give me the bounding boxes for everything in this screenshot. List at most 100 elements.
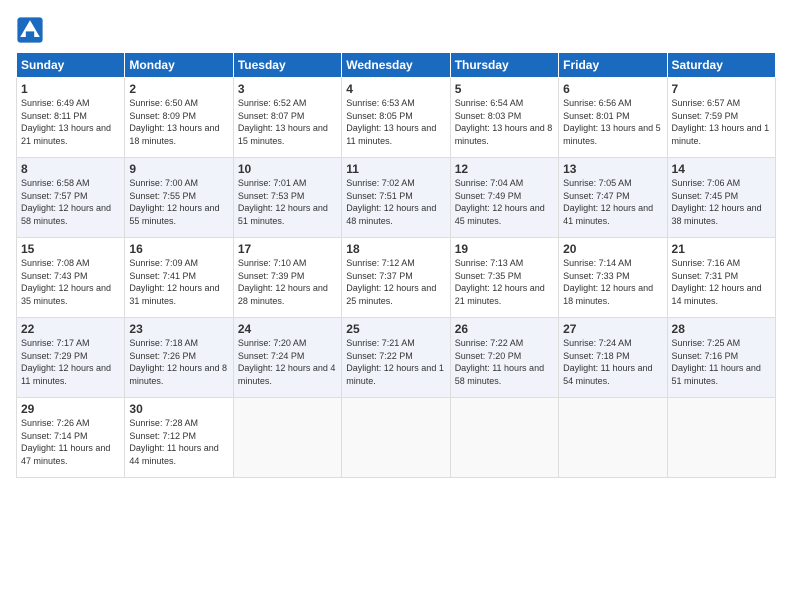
calendar-cell: 24 Sunrise: 7:20 AMSunset: 7:24 PMDayligh… <box>233 318 341 398</box>
calendar-cell: 4 Sunrise: 6:53 AMSunset: 8:05 PMDaylight… <box>342 78 450 158</box>
weekday-header-tuesday: Tuesday <box>233 53 341 78</box>
day-info: Sunrise: 6:56 AMSunset: 8:01 PMDaylight:… <box>563 98 661 146</box>
day-number: 26 <box>455 322 554 336</box>
day-number: 22 <box>21 322 120 336</box>
calendar-cell: 1 Sunrise: 6:49 AMSunset: 8:11 PMDaylight… <box>17 78 125 158</box>
day-number: 16 <box>129 242 228 256</box>
day-number: 13 <box>563 162 662 176</box>
calendar-cell: 2 Sunrise: 6:50 AMSunset: 8:09 PMDaylight… <box>125 78 233 158</box>
day-number: 30 <box>129 402 228 416</box>
calendar-cell: 10 Sunrise: 7:01 AMSunset: 7:53 PMDayligh… <box>233 158 341 238</box>
day-number: 21 <box>672 242 771 256</box>
day-number: 6 <box>563 82 662 96</box>
calendar-cell: 29 Sunrise: 7:26 AMSunset: 7:14 PMDayligh… <box>17 398 125 478</box>
day-number: 7 <box>672 82 771 96</box>
header <box>16 16 776 44</box>
day-info: Sunrise: 7:28 AMSunset: 7:12 PMDaylight:… <box>129 418 218 466</box>
day-info: Sunrise: 7:09 AMSunset: 7:41 PMDaylight:… <box>129 258 219 306</box>
calendar-cell: 28 Sunrise: 7:25 AMSunset: 7:16 PMDayligh… <box>667 318 775 398</box>
day-number: 12 <box>455 162 554 176</box>
day-number: 14 <box>672 162 771 176</box>
calendar-cell: 7 Sunrise: 6:57 AMSunset: 7:59 PMDaylight… <box>667 78 775 158</box>
day-info: Sunrise: 6:49 AMSunset: 8:11 PMDaylight:… <box>21 98 111 146</box>
calendar-cell: 8 Sunrise: 6:58 AMSunset: 7:57 PMDaylight… <box>17 158 125 238</box>
calendar-cell: 23 Sunrise: 7:18 AMSunset: 7:26 PMDayligh… <box>125 318 233 398</box>
day-number: 10 <box>238 162 337 176</box>
day-info: Sunrise: 7:21 AMSunset: 7:22 PMDaylight:… <box>346 338 444 386</box>
weekday-header-thursday: Thursday <box>450 53 558 78</box>
day-info: Sunrise: 7:25 AMSunset: 7:16 PMDaylight:… <box>672 338 761 386</box>
day-number: 28 <box>672 322 771 336</box>
calendar-cell: 26 Sunrise: 7:22 AMSunset: 7:20 PMDayligh… <box>450 318 558 398</box>
day-number: 23 <box>129 322 228 336</box>
day-info: Sunrise: 6:57 AMSunset: 7:59 PMDaylight:… <box>672 98 770 146</box>
day-number: 3 <box>238 82 337 96</box>
day-number: 1 <box>21 82 120 96</box>
calendar-cell: 30 Sunrise: 7:28 AMSunset: 7:12 PMDayligh… <box>125 398 233 478</box>
day-number: 27 <box>563 322 662 336</box>
day-info: Sunrise: 7:02 AMSunset: 7:51 PMDaylight:… <box>346 178 436 226</box>
day-info: Sunrise: 7:13 AMSunset: 7:35 PMDaylight:… <box>455 258 545 306</box>
calendar-cell: 16 Sunrise: 7:09 AMSunset: 7:41 PMDayligh… <box>125 238 233 318</box>
day-info: Sunrise: 6:53 AMSunset: 8:05 PMDaylight:… <box>346 98 436 146</box>
day-number: 17 <box>238 242 337 256</box>
calendar-cell <box>342 398 450 478</box>
day-info: Sunrise: 6:58 AMSunset: 7:57 PMDaylight:… <box>21 178 111 226</box>
day-info: Sunrise: 6:50 AMSunset: 8:09 PMDaylight:… <box>129 98 219 146</box>
weekday-header-sunday: Sunday <box>17 53 125 78</box>
day-info: Sunrise: 7:24 AMSunset: 7:18 PMDaylight:… <box>563 338 652 386</box>
day-info: Sunrise: 7:20 AMSunset: 7:24 PMDaylight:… <box>238 338 336 386</box>
day-info: Sunrise: 7:16 AMSunset: 7:31 PMDaylight:… <box>672 258 762 306</box>
calendar-cell: 18Sunrise: 7:12 AMSunset: 7:37 PMDayligh… <box>342 238 450 318</box>
day-info: Sunrise: 7:08 AMSunset: 7:43 PMDaylight:… <box>21 258 111 306</box>
day-info: Sunrise: 7:04 AMSunset: 7:49 PMDaylight:… <box>455 178 545 226</box>
calendar-cell <box>667 398 775 478</box>
calendar-cell: 11 Sunrise: 7:02 AMSunset: 7:51 PMDayligh… <box>342 158 450 238</box>
day-info: Sunrise: 7:22 AMSunset: 7:20 PMDaylight:… <box>455 338 544 386</box>
day-number: 15 <box>21 242 120 256</box>
calendar-cell: 20 Sunrise: 7:14 AMSunset: 7:33 PMDayligh… <box>559 238 667 318</box>
weekday-header-friday: Friday <box>559 53 667 78</box>
day-number: 24 <box>238 322 337 336</box>
calendar-cell: 6 Sunrise: 6:56 AMSunset: 8:01 PMDaylight… <box>559 78 667 158</box>
day-info: Sunrise: 7:00 AMSunset: 7:55 PMDaylight:… <box>129 178 219 226</box>
day-number: 9 <box>129 162 228 176</box>
day-info: Sunrise: 7:14 AMSunset: 7:33 PMDaylight:… <box>563 258 653 306</box>
calendar-cell: 5Sunrise: 6:54 AMSunset: 8:03 PMDaylight… <box>450 78 558 158</box>
calendar-cell: 3 Sunrise: 6:52 AMSunset: 8:07 PMDaylight… <box>233 78 341 158</box>
day-info: Sunrise: 7:12 AMSunset: 7:37 PMDaylight:… <box>346 258 436 306</box>
calendar-cell: 19 Sunrise: 7:13 AMSunset: 7:35 PMDayligh… <box>450 238 558 318</box>
day-number: 8 <box>21 162 120 176</box>
day-info: Sunrise: 6:52 AMSunset: 8:07 PMDaylight:… <box>238 98 328 146</box>
logo-icon <box>16 16 44 44</box>
weekday-header-wednesday: Wednesday <box>342 53 450 78</box>
day-number: 20 <box>563 242 662 256</box>
logo <box>16 16 48 44</box>
day-number: 4 <box>346 82 445 96</box>
weekday-header-monday: Monday <box>125 53 233 78</box>
calendar-cell: 15 Sunrise: 7:08 AMSunset: 7:43 PMDayligh… <box>17 238 125 318</box>
day-info: Sunrise: 7:18 AMSunset: 7:26 PMDaylight:… <box>129 338 227 386</box>
calendar-cell <box>233 398 341 478</box>
calendar-cell: 27 Sunrise: 7:24 AMSunset: 7:18 PMDayligh… <box>559 318 667 398</box>
day-info: Sunrise: 7:05 AMSunset: 7:47 PMDaylight:… <box>563 178 653 226</box>
calendar-cell: 21 Sunrise: 7:16 AMSunset: 7:31 PMDayligh… <box>667 238 775 318</box>
calendar-cell <box>450 398 558 478</box>
day-info: Sunrise: 7:01 AMSunset: 7:53 PMDaylight:… <box>238 178 328 226</box>
day-number: 19 <box>455 242 554 256</box>
day-info: Sunrise: 7:10 AMSunset: 7:39 PMDaylight:… <box>238 258 328 306</box>
calendar-cell: 13 Sunrise: 7:05 AMSunset: 7:47 PMDayligh… <box>559 158 667 238</box>
day-number: 2 <box>129 82 228 96</box>
day-info: Sunrise: 7:17 AMSunset: 7:29 PMDaylight:… <box>21 338 111 386</box>
calendar: SundayMondayTuesdayWednesdayThursdayFrid… <box>16 52 776 478</box>
calendar-cell: 17 Sunrise: 7:10 AMSunset: 7:39 PMDayligh… <box>233 238 341 318</box>
day-number: 29 <box>21 402 120 416</box>
calendar-cell: 9 Sunrise: 7:00 AMSunset: 7:55 PMDaylight… <box>125 158 233 238</box>
day-info: Sunrise: 7:26 AMSunset: 7:14 PMDaylight:… <box>21 418 110 466</box>
weekday-header-saturday: Saturday <box>667 53 775 78</box>
calendar-cell: 14Sunrise: 7:06 AMSunset: 7:45 PMDayligh… <box>667 158 775 238</box>
day-number: 25 <box>346 322 445 336</box>
day-number: 11 <box>346 162 445 176</box>
calendar-cell: 25 Sunrise: 7:21 AMSunset: 7:22 PMDayligh… <box>342 318 450 398</box>
calendar-cell <box>559 398 667 478</box>
